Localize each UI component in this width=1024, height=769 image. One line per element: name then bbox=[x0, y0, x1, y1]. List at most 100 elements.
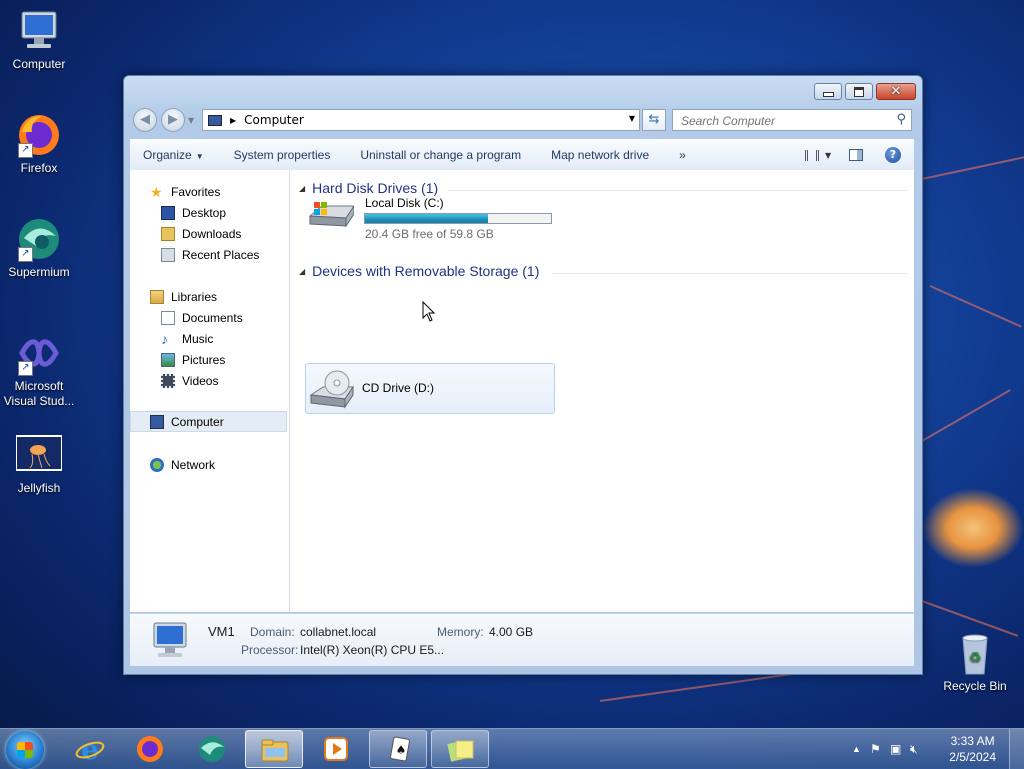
desktop-icon-visual-studio[interactable]: ↗ Microsoft Visual Stud... bbox=[1, 330, 77, 409]
window-controls: ✕ bbox=[811, 83, 916, 100]
back-button[interactable]: ◀ bbox=[133, 108, 157, 132]
refresh-button[interactable]: ⇆ bbox=[642, 109, 666, 131]
computer-icon bbox=[208, 114, 222, 126]
uninstall-program-button[interactable]: Uninstall or change a program bbox=[345, 148, 536, 162]
minimize-button[interactable] bbox=[814, 83, 842, 100]
nav-label: Favorites bbox=[171, 184, 221, 199]
taskbar-supermium[interactable] bbox=[183, 730, 241, 768]
forward-button[interactable]: ▶ bbox=[161, 108, 185, 132]
close-button[interactable]: ✕ bbox=[876, 83, 916, 100]
drive-local-disk-c[interactable]: Local Disk (C:) 20.4 GB free of 59.8 GB bbox=[308, 194, 558, 241]
desktop-icon-jellyfish[interactable]: Jellyfish bbox=[1, 432, 77, 496]
desktop-icon-supermium[interactable]: ↗ Supermium bbox=[1, 216, 77, 280]
clock-date: 2/5/2024 bbox=[949, 750, 996, 764]
nav-item-favorites[interactable]: ★ Favorites bbox=[130, 181, 307, 202]
help-button[interactable]: ? bbox=[885, 147, 901, 163]
search-icon[interactable]: ⚲ bbox=[896, 112, 906, 127]
details-pane: VM1 Domain: collabnet.local Memory: 4.00… bbox=[130, 613, 914, 666]
search-box[interactable]: ⚲ bbox=[672, 109, 912, 131]
group-divider bbox=[552, 273, 908, 274]
recent-places-icon bbox=[161, 247, 175, 262]
desktop-icon-label: Microsoft Visual Stud... bbox=[3, 379, 75, 408]
domain-label: Domain: bbox=[250, 625, 295, 639]
search-input[interactable] bbox=[679, 111, 883, 131]
start-button[interactable] bbox=[6, 731, 44, 769]
nav-label: Desktop bbox=[182, 205, 227, 220]
recycle-bin-icon: ♻ bbox=[952, 630, 998, 676]
chevron-down-icon: ▼ bbox=[825, 150, 832, 160]
nav-item-network[interactable]: Network bbox=[130, 454, 307, 475]
recent-pages-dropdown[interactable]: ▼ bbox=[188, 116, 194, 125]
memory-value: 4.00 GB bbox=[489, 625, 534, 639]
folder-icon bbox=[260, 736, 290, 764]
visual-studio-icon: ↗ bbox=[16, 330, 62, 376]
nav-item-computer[interactable]: Computer bbox=[130, 411, 287, 432]
libraries-icon bbox=[150, 289, 164, 304]
nav-label: Documents bbox=[182, 310, 243, 325]
svg-text:e: e bbox=[81, 735, 99, 763]
downloads-folder-icon bbox=[161, 226, 175, 241]
refresh-icon: ⇆ bbox=[648, 112, 660, 127]
breadcrumb-computer[interactable]: Computer bbox=[244, 113, 304, 127]
nav-label: Libraries bbox=[171, 289, 218, 304]
organize-button[interactable]: Organize ▼ bbox=[130, 148, 219, 162]
shortcut-arrow-icon: ↗ bbox=[18, 143, 33, 158]
music-icon: ♪ bbox=[161, 330, 168, 347]
desktop-icon-recycle-bin[interactable]: ♻ Recycle Bin bbox=[937, 630, 1013, 694]
desktop-icon-label: Supermium bbox=[8, 265, 70, 279]
show-hidden-icons-button[interactable]: ▲ bbox=[852, 744, 861, 754]
media-player-icon bbox=[321, 735, 351, 763]
sticky-notes-icon bbox=[446, 736, 476, 764]
hard-disk-icon bbox=[308, 194, 355, 230]
desktop-icon-label: Firefox bbox=[20, 161, 58, 175]
maximize-button[interactable] bbox=[845, 83, 873, 100]
collapse-triangle-icon[interactable]: ◢ bbox=[299, 267, 305, 276]
star-icon: ★ bbox=[150, 183, 163, 200]
desktop-icon-computer[interactable]: Computer bbox=[1, 8, 77, 72]
taskbar-internet-explorer[interactable]: e bbox=[61, 730, 119, 768]
taskbar-firefox[interactable] bbox=[121, 730, 179, 768]
taskbar-media-player[interactable] bbox=[307, 730, 365, 768]
taskbar-solitaire[interactable]: ♠ bbox=[369, 730, 427, 768]
action-center-flag-icon[interactable]: ⚑ bbox=[870, 742, 881, 756]
address-bar[interactable]: ▶ Computer ▼ bbox=[202, 109, 640, 131]
videos-icon bbox=[161, 373, 175, 388]
group-header-removable-storage[interactable]: ◢ Devices with Removable Storage (1) bbox=[299, 263, 539, 279]
computer-large-icon bbox=[148, 621, 192, 664]
processor-value: Intel(R) Xeon(R) CPU E5... bbox=[300, 643, 445, 657]
collapse-triangle-icon[interactable]: ◢ bbox=[299, 184, 305, 193]
processor-label: Processor: bbox=[241, 643, 299, 657]
computer-icon bbox=[16, 8, 62, 54]
nav-label: Downloads bbox=[182, 226, 242, 241]
change-view-button[interactable]: ▼ bbox=[805, 149, 835, 161]
windows-logo-icon bbox=[17, 742, 33, 758]
playing-card-icon: ♠ bbox=[384, 736, 414, 764]
group-divider bbox=[448, 190, 908, 191]
breadcrumb-arrow-icon[interactable]: ▶ bbox=[230, 116, 236, 125]
preview-pane-button[interactable] bbox=[849, 149, 863, 161]
more-commands-button[interactable]: » bbox=[664, 148, 701, 162]
desktop-icon-firefox[interactable]: ↗ Firefox bbox=[1, 112, 77, 176]
svg-text:♠: ♠ bbox=[396, 743, 407, 757]
clock[interactable]: 3:33 AM 2/5/2024 bbox=[949, 733, 996, 765]
taskbar-sticky-notes[interactable] bbox=[431, 730, 489, 768]
help-icon: ? bbox=[889, 148, 897, 161]
nav-item-libraries[interactable]: Libraries bbox=[130, 286, 307, 307]
system-properties-button[interactable]: System properties bbox=[219, 148, 346, 162]
nav-label: Videos bbox=[182, 373, 219, 388]
documents-icon bbox=[161, 310, 175, 325]
drive-cd-drive-d[interactable]: CD Drive (D:) bbox=[305, 363, 555, 414]
mouse-cursor bbox=[422, 300, 436, 326]
volume-muted-icon[interactable]: 🔇︎ bbox=[910, 742, 918, 757]
pictures-icon bbox=[161, 352, 175, 367]
show-desktop-button[interactable] bbox=[1009, 729, 1024, 769]
taskbar-windows-explorer[interactable] bbox=[245, 730, 303, 768]
taskbar: e ♠ ▲ ⚑ ▣ 🔇︎ 3:33 AM 2/5/2024 bbox=[0, 728, 1024, 769]
network-icon bbox=[150, 457, 164, 472]
network-status-icon[interactable]: ▣ bbox=[890, 742, 901, 756]
firefox-icon bbox=[135, 735, 165, 763]
map-network-drive-button[interactable]: Map network drive bbox=[536, 148, 664, 162]
address-dropdown-icon[interactable]: ▼ bbox=[629, 114, 635, 123]
domain-value: collabnet.local bbox=[300, 625, 377, 639]
navigation-pane: ★ Favorites Desktop Downloads Recent Pla… bbox=[130, 170, 290, 612]
